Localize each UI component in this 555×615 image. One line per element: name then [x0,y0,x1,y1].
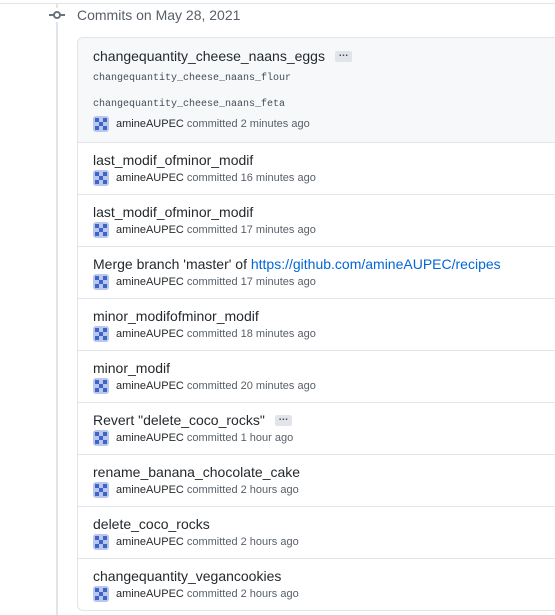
author-link[interactable]: amineAUPEC [116,536,184,548]
commit-item: Revert "delete_coco_rocks" … amineAUPEC … [78,402,555,454]
commit-group-header: Commits on May 28, 2021 [48,4,240,26]
commit-item: last_modif_ofminor_modif amineAUPEC comm… [78,142,555,194]
commit-verb: committed [186,172,238,184]
commit-verb: committed [186,380,238,392]
commit-time: 2 hours ago [240,536,299,548]
commit-time: 18 minutes ago [240,328,316,340]
author-link[interactable]: amineAUPEC [116,276,184,288]
commit-time: 2 hours ago [240,484,299,496]
avatar[interactable] [93,482,109,498]
commit-title-link[interactable]: delete_coco_rocks [93,515,210,533]
commit-item: Merge branch 'master' of https://github.… [78,246,555,298]
commit-title-link[interactable]: changequantity_vegancookies [93,567,281,585]
avatar[interactable] [93,274,109,290]
author-link[interactable]: amineAUPEC [116,172,184,184]
expand-commit-message-button[interactable]: … [274,412,292,426]
commit-verb: committed [186,536,238,548]
commit-title-link[interactable]: last_modif_ofminor_modif [93,203,253,221]
repo-url-link[interactable]: https://github.com/amineAUPEC/recipes [251,255,501,273]
author-link[interactable]: amineAUPEC [116,588,184,600]
commit-time: 1 hour ago [240,432,294,444]
commit-item: last_modif_ofminor_modif amineAUPEC comm… [78,194,555,246]
commit-verb: committed [186,484,238,496]
commit-title-link[interactable]: rename_banana_chocolate_cake [93,463,300,481]
avatar[interactable] [93,378,109,394]
commit-body-line: changequantity_cheese_naans_feta [93,99,286,110]
commit-verb: committed [186,224,238,236]
author-link[interactable]: amineAUPEC [116,224,184,236]
timeline-line [56,4,58,615]
commit-title-link[interactable]: minor_modifofminor_modif [93,307,259,325]
commit-item: rename_banana_chocolate_cake amineAUPEC … [78,454,555,506]
avatar[interactable] [93,534,109,550]
commit-title-link[interactable]: Merge branch 'master' of [93,255,251,273]
commit-title-link[interactable]: Revert "delete_coco_rocks" [93,411,265,429]
commit-time: 20 minutes ago [240,380,316,392]
commit-item: delete_coco_rocks amineAUPEC committed 2… [78,506,555,558]
commit-time: 16 minutes ago [240,172,316,184]
commit-verb: committed [186,432,238,444]
commit-group-title: Commits on May 28, 2021 [77,7,241,23]
commit-title-link[interactable]: last_modif_ofminor_modif [93,151,253,169]
git-commit-icon [48,8,66,22]
commit-verb: committed [186,276,238,288]
commit-verb: committed [186,588,238,600]
author-link[interactable]: amineAUPEC [116,484,184,496]
avatar[interactable] [93,430,109,446]
author-link[interactable]: amineAUPEC [116,432,184,444]
commit-item: minor_modif amineAUPEC committed 20 minu… [78,350,555,402]
author-link[interactable]: amineAUPEC [116,328,184,340]
commit-time: 2 minutes ago [240,118,310,130]
commit-item: changequantity_vegancookies amineAUPEC c… [78,558,555,610]
commit-item: minor_modifofminor_modif amineAUPEC comm… [78,298,555,350]
commit-body-line: changequantity_cheese_naans_flour [93,73,292,84]
author-link[interactable]: amineAUPEC [116,380,184,392]
commit-title-link[interactable]: minor_modif [93,359,170,377]
avatar[interactable] [93,222,109,238]
commit-verb: committed [186,118,238,130]
commit-time: 17 minutes ago [240,276,316,288]
expand-commit-message-button[interactable]: … [334,48,352,62]
commit-title-link[interactable]: changequantity_cheese_naans_eggs [93,47,325,65]
avatar[interactable] [93,116,109,132]
commit-verb: committed [186,328,238,340]
author-link[interactable]: amineAUPEC [116,118,184,130]
avatar[interactable] [93,586,109,602]
avatar[interactable] [93,326,109,342]
commit-time: 2 hours ago [240,588,299,600]
commit-item: changequantity_cheese_naans_eggs … chang… [78,38,555,142]
commit-time: 17 minutes ago [240,224,316,236]
commit-list: changequantity_cheese_naans_eggs … chang… [77,37,555,611]
avatar[interactable] [93,170,109,186]
